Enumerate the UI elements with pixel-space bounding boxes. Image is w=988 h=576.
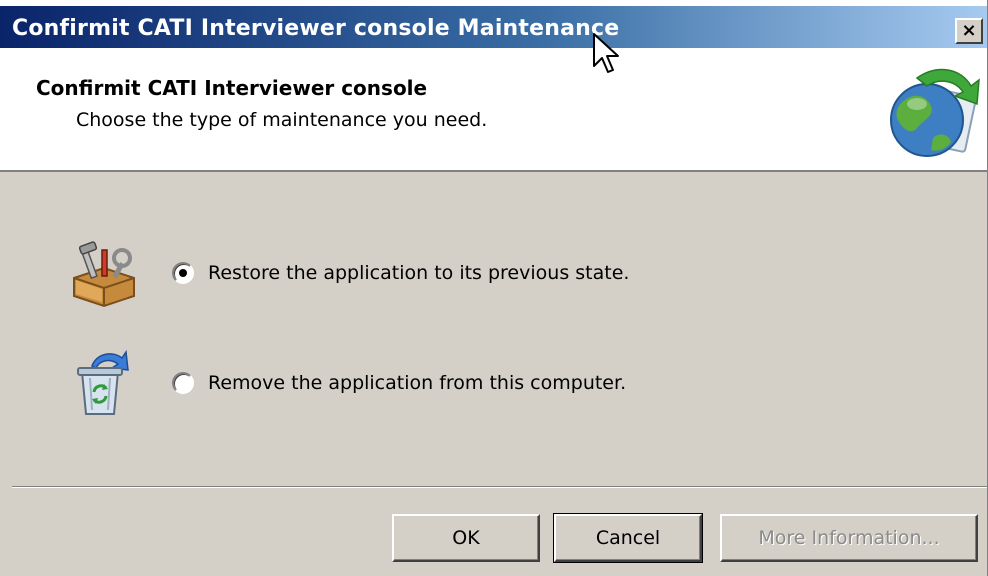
window-title: Confirmit CATI Interviewer console Maint…	[12, 16, 620, 41]
title-bar[interactable]: Confirmit CATI Interviewer console Maint…	[0, 0, 987, 48]
option-restore[interactable]: Restore the application to its previous …	[0, 238, 987, 308]
close-icon: ×	[961, 20, 977, 41]
recycle-bin-icon	[77, 349, 129, 415]
toolbox-icon	[73, 241, 135, 308]
footer-separator	[12, 486, 987, 488]
instruction-text: Choose the type of maintenance you need.	[76, 109, 488, 131]
globe-setup-icon	[890, 68, 980, 157]
remove-label[interactable]: Remove the application from this compute…	[208, 372, 626, 394]
product-title: Confirmit CATI Interviewer console	[36, 76, 428, 100]
cancel-button[interactable]: Cancel	[553, 513, 703, 563]
maintenance-dialog: Confirmit CATI Interviewer console Maint…	[0, 0, 988, 576]
restore-radio[interactable]	[172, 262, 194, 284]
header-banner: Confirmit CATI Interviewer console Choos…	[0, 48, 987, 172]
restore-label[interactable]: Restore the application to its previous …	[208, 262, 629, 284]
ok-button[interactable]: OK	[392, 514, 540, 562]
option-remove[interactable]: Remove the application from this compute…	[0, 348, 987, 418]
close-button[interactable]: ×	[955, 18, 983, 44]
more-information-button[interactable]: More Information...	[720, 514, 978, 562]
mouse-pointer-icon	[593, 33, 619, 73]
remove-radio[interactable]	[172, 372, 194, 394]
radio-selected-dot	[179, 269, 187, 277]
